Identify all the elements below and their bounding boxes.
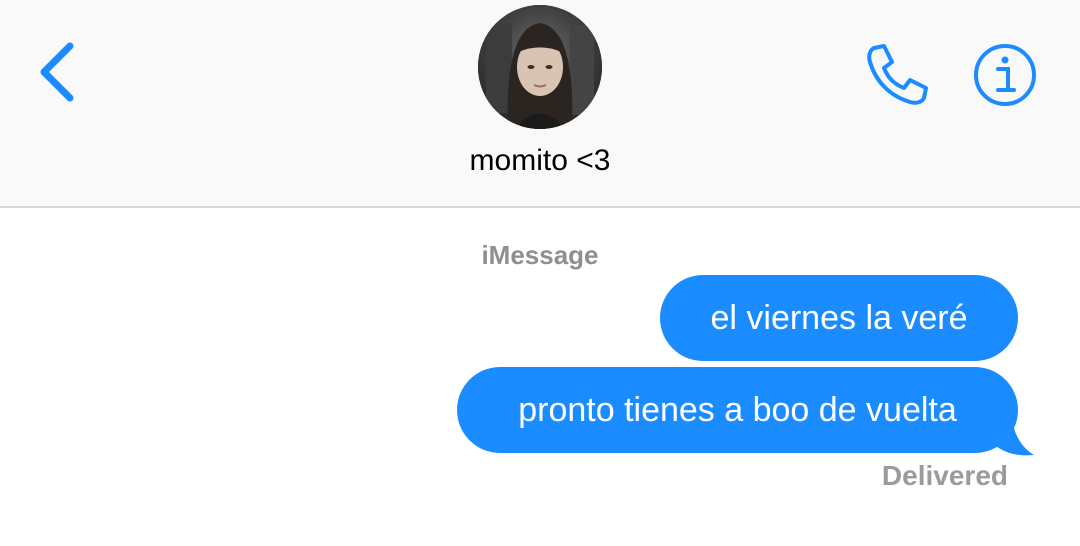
info-button[interactable]	[972, 42, 1038, 108]
avatar[interactable]	[478, 5, 602, 129]
delivery-status: Delivered	[881, 460, 1008, 491]
contact-name[interactable]: momito <3	[0, 144, 1080, 178]
chevron-left-icon	[40, 42, 74, 102]
info-icon	[974, 44, 1036, 106]
contact-photo	[478, 5, 602, 129]
service-label: iMessage	[481, 240, 599, 270]
back-button[interactable]	[28, 36, 92, 108]
conversation-header: momito <3	[0, 0, 1080, 208]
message-bubble-outgoing[interactable]: el viernes la veré	[660, 275, 1018, 361]
call-button[interactable]	[860, 38, 934, 112]
phone-icon	[867, 44, 928, 105]
message-bubble-outgoing[interactable]: pronto tienes a boo de vuelta	[457, 367, 1018, 453]
